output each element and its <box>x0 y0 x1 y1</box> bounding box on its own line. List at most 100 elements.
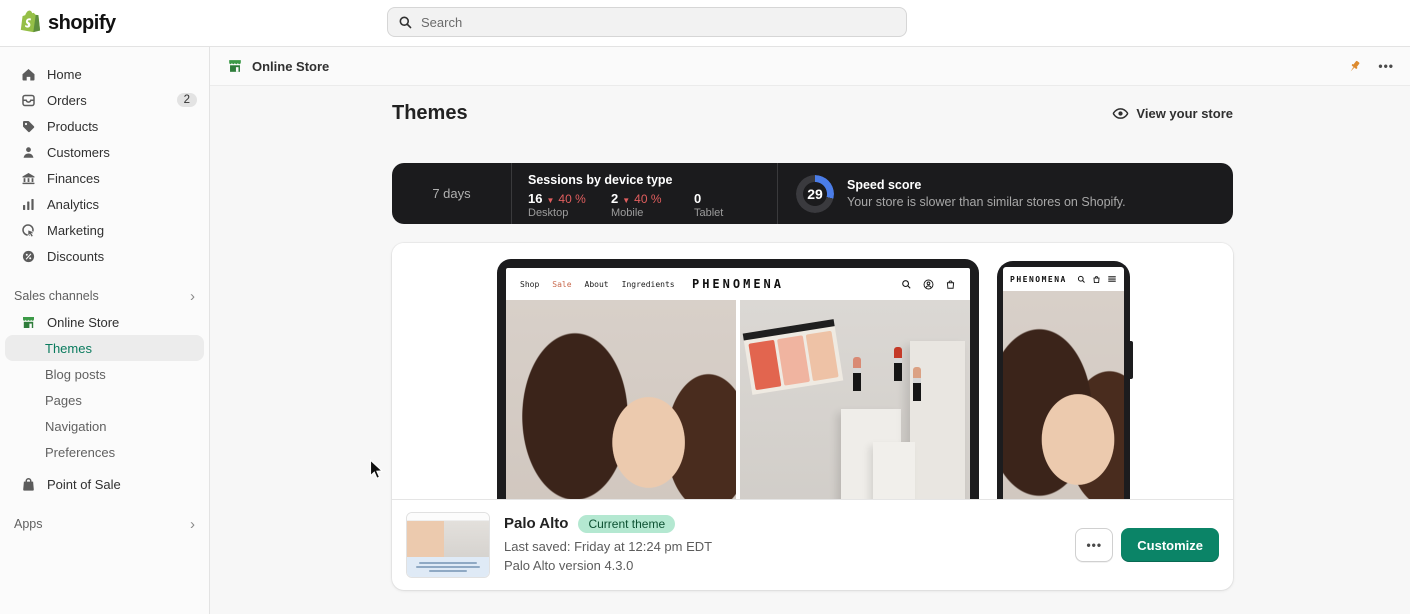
date-range-selector[interactable]: 7 days <box>392 163 512 224</box>
products-icon <box>20 118 37 135</box>
sidebar-label: Customers <box>47 144 110 160</box>
mobile-preview-mockup: PHENOMENA <box>997 261 1133 499</box>
stats-bar: 7 days Sessions by device type 16 ▼ 40 % <box>392 163 1233 224</box>
device-value: 0 <box>694 191 702 206</box>
sub-item-label: Blog posts <box>45 366 106 382</box>
page-title: Themes <box>392 102 468 124</box>
sidebar-item-discounts[interactable]: Discounts <box>0 243 209 269</box>
sessions-title: Sessions by device type <box>528 173 673 187</box>
device-value: 2 <box>611 191 619 206</box>
current-theme-card: Shop Sale About Ingredients PHENOMENA PH… <box>392 243 1233 590</box>
page-content: Themes View your store 7 days Sessions b… <box>210 86 1410 614</box>
speed-score-panel: 29 Speed score Your store is slower than… <box>778 163 1233 224</box>
shop-nav-item: Shop <box>520 279 540 289</box>
sub-item-label: Themes <box>45 340 92 356</box>
sidebar-item-point-of-sale[interactable]: Point of Sale <box>0 471 209 497</box>
search-icon <box>901 279 912 290</box>
top-bar: shopify <box>0 0 1410 47</box>
shop-brand-logo: PHENOMENA <box>1010 274 1067 284</box>
sidebar-label: Analytics <box>47 196 100 212</box>
device-label: Desktop <box>528 207 569 219</box>
shopify-logo[interactable]: shopify <box>18 9 116 37</box>
theme-last-saved: Last saved: Friday at 12:24 pm EDT <box>504 538 713 554</box>
sidebar-label: Home <box>47 66 82 82</box>
online-store-icon <box>226 57 244 75</box>
sidebar-label: Marketing <box>47 222 105 238</box>
sidebar-label: Finances <box>47 170 100 186</box>
sidebar-section-sales-channels[interactable]: Sales channels › <box>0 283 209 309</box>
theme-more-actions-button[interactable]: ••• <box>1075 528 1114 562</box>
global-search[interactable] <box>387 7 907 37</box>
shop-nav-item: Sale <box>552 279 572 289</box>
account-icon <box>923 279 934 290</box>
sub-item-label: Pages <box>45 392 82 408</box>
chevron-right-icon: › <box>190 287 195 305</box>
theme-info-row: Palo Alto Current theme Last saved: Frid… <box>392 499 1233 590</box>
view-your-store-link[interactable]: View your store <box>1112 105 1233 122</box>
hero-image-portrait <box>506 300 736 499</box>
mobile-hero-image: Be your own muse <box>1003 291 1124 499</box>
theme-preview: Shop Sale About Ingredients PHENOMENA PH… <box>392 243 1233 499</box>
sidebar-item-blog-posts[interactable]: Blog posts <box>5 361 204 387</box>
shop-nav-item: Ingredients <box>621 279 675 289</box>
apps-label: Apps <box>14 517 43 531</box>
chevron-right-icon: › <box>190 515 195 533</box>
sidebar-item-preferences[interactable]: Preferences <box>5 439 204 465</box>
speed-score-value: 29 <box>807 185 823 202</box>
sidebar-section-apps[interactable]: Apps › <box>0 511 209 537</box>
online-store-icon <box>20 314 37 331</box>
sidebar-item-navigation[interactable]: Navigation <box>5 413 204 439</box>
sidebar-label: Online Store <box>47 314 120 330</box>
customize-button[interactable]: Customize <box>1121 528 1219 562</box>
sub-item-label: Navigation <box>45 418 107 434</box>
sidebar-label: Point of Sale <box>47 476 121 492</box>
finances-icon <box>20 170 37 187</box>
device-stat-mobile: 2 ▼ 40 % Mobile <box>611 191 694 219</box>
sidebar-item-finances[interactable]: Finances <box>0 165 209 191</box>
pin-icon[interactable] <box>1347 59 1362 74</box>
sidebar-item-customers[interactable]: Customers <box>0 139 209 165</box>
home-icon <box>20 66 37 83</box>
speed-score-description: Your store is slower than similar stores… <box>847 195 1126 209</box>
menu-icon <box>1107 274 1117 284</box>
theme-version: Palo Alto version 4.3.0 <box>504 557 634 573</box>
sidebar-item-home[interactable]: Home <box>0 61 209 87</box>
device-stat-desktop: 16 ▼ 40 % Desktop <box>528 191 611 219</box>
context-title: Online Store <box>252 58 330 74</box>
sidebar: Home Orders 2 Products Customers Finance… <box>0 47 210 614</box>
sidebar-item-online-store[interactable]: Online Store <box>0 309 209 335</box>
caret-down-icon: ▼ <box>546 196 555 205</box>
more-actions-icon[interactable]: ••• <box>1378 60 1394 72</box>
sidebar-item-orders[interactable]: Orders 2 <box>0 87 209 113</box>
sub-item-label: Preferences <box>45 444 116 460</box>
device-label: Tablet <box>694 207 724 219</box>
sidebar-item-themes[interactable]: Themes <box>5 335 204 361</box>
shop-nav-item: About <box>584 279 609 289</box>
sidebar-item-pages[interactable]: Pages <box>5 387 204 413</box>
sidebar-label: Products <box>47 118 99 134</box>
view-store-label: View your store <box>1136 106 1233 121</box>
device-change: 40 % <box>634 192 662 206</box>
caret-down-icon: ▼ <box>622 196 631 205</box>
shopify-admin: shopify Home Orders 2 Products <box>0 0 1410 614</box>
logo-wordmark: shopify <box>48 11 116 34</box>
theme-thumbnail <box>406 512 490 578</box>
speed-score-title: Speed score <box>847 178 922 192</box>
point-of-sale-icon <box>20 476 37 493</box>
main-area: Online Store ••• Themes View your store <box>210 47 1410 614</box>
sidebar-item-products[interactable]: Products <box>0 113 209 139</box>
analytics-icon <box>20 196 37 213</box>
device-change: 40 % <box>558 192 586 206</box>
hero-image-cosmetics <box>740 300 970 499</box>
speed-score-gauge: 29 <box>796 174 834 213</box>
orders-icon <box>20 92 37 109</box>
date-range-label: 7 days <box>432 186 471 201</box>
sidebar-item-analytics[interactable]: Analytics <box>0 191 209 217</box>
device-stat-tablet: 0 Tablet <box>694 191 777 219</box>
shopify-bag-icon <box>18 9 43 37</box>
sidebar-item-marketing[interactable]: Marketing <box>0 217 209 243</box>
search-icon <box>1077 275 1086 284</box>
theme-name: Palo Alto <box>504 515 569 533</box>
sidebar-label: Orders <box>47 92 87 108</box>
search-input[interactable] <box>421 14 896 30</box>
